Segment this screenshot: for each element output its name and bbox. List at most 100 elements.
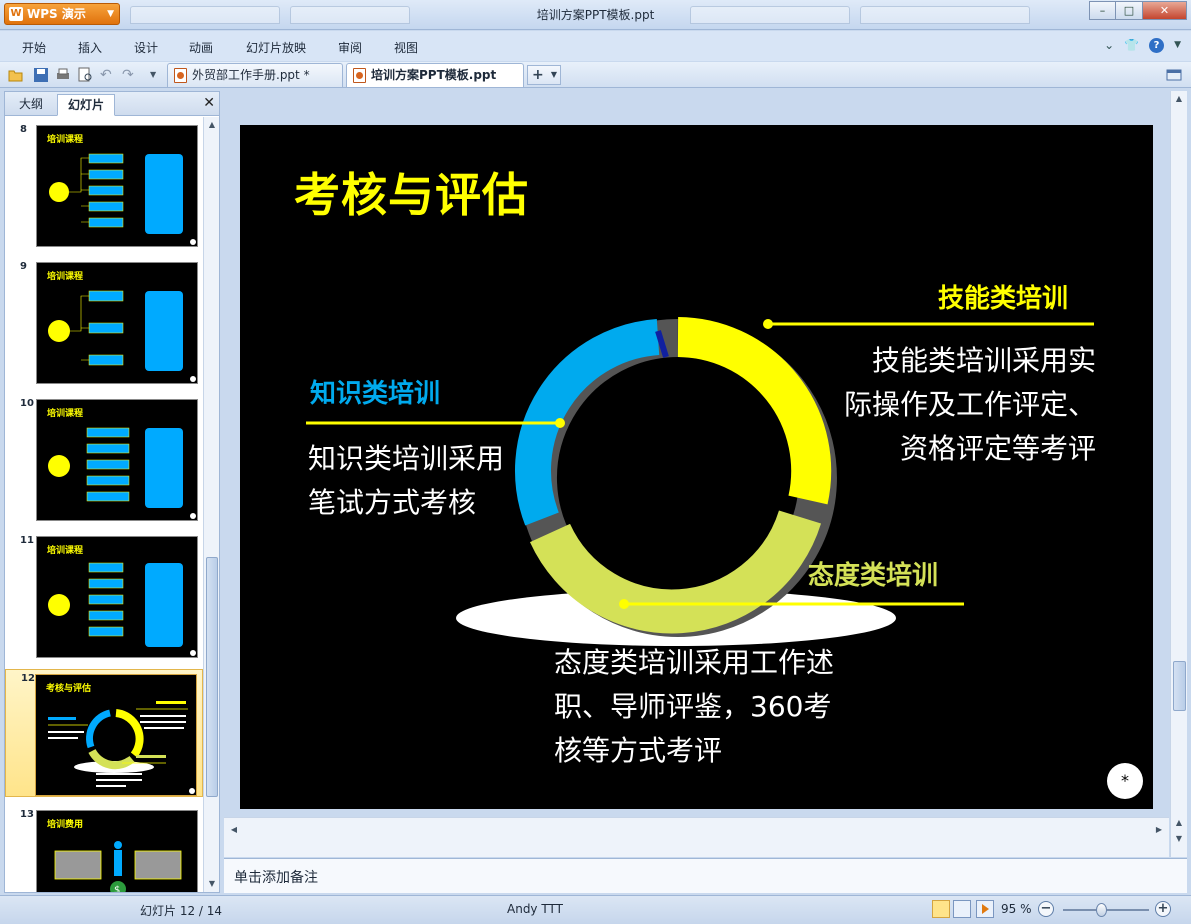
- thumbnail-slide-12[interactable]: 12 考核与评估: [5, 669, 203, 797]
- ppt-file-icon: [174, 68, 187, 83]
- scrollbar-thumb[interactable]: [206, 557, 218, 797]
- menu-animation[interactable]: 动画: [189, 39, 213, 56]
- menu-slideshow[interactable]: 幻灯片放映: [246, 39, 306, 56]
- minimize-button[interactable]: –: [1089, 1, 1116, 20]
- background-window-tab: [290, 6, 410, 24]
- title-bar: W WPS 演示 ▼ 培训方案PPT模板.ppt – □ ✕: [0, 0, 1191, 30]
- ring-segment-knowledge: [515, 319, 660, 526]
- ppt-file-icon: [353, 68, 366, 83]
- chevron-down-icon[interactable]: ▼: [1174, 38, 1181, 53]
- menu-home[interactable]: 开始: [22, 39, 46, 56]
- customize-toolbar-icon[interactable]: ▼: [150, 70, 166, 86]
- menu-review[interactable]: 审阅: [338, 39, 362, 56]
- knowledge-heading[interactable]: 知识类培训: [310, 373, 440, 410]
- slide-title[interactable]: 考核与评估: [294, 159, 529, 225]
- notes-placeholder[interactable]: 单击添加备注: [234, 867, 318, 887]
- thumbnail-title: 培训课程: [47, 272, 84, 282]
- thumbnail-slide-10[interactable]: 10 培训课程: [5, 395, 203, 523]
- print-icon[interactable]: [55, 67, 71, 83]
- thumbnail-slide-8[interactable]: 8 培训课程: [5, 121, 203, 249]
- thumbnail-slide-11[interactable]: 11 培训课程: [5, 532, 203, 660]
- scroll-down-icon[interactable]: ▼: [204, 876, 220, 892]
- close-panel-icon[interactable]: ✕: [203, 95, 215, 111]
- thumbnail-slide-9[interactable]: 9 培训课程: [5, 258, 203, 386]
- menu-bar: 开始 插入 设计 动画 幻灯片放映 审阅 视图 ⌄ 👕 ? ▼: [0, 31, 1191, 61]
- scrollbar-thumb[interactable]: [1173, 661, 1186, 711]
- thumbnail-image: 培训课程: [36, 262, 198, 384]
- slide-editor: 考核与评估 技能类培训 技能类培训采用实 际操作及工作评定、 资格评定等考评 知…: [224, 91, 1169, 817]
- scroll-up-icon[interactable]: ▲: [1171, 815, 1187, 831]
- redo-icon[interactable]: ↷: [122, 67, 138, 83]
- thumbnail-number: 10: [20, 398, 34, 409]
- tab-label: 培训方案PPT模板.ppt: [371, 68, 497, 82]
- menu-view[interactable]: 视图: [394, 39, 418, 56]
- page-number-marker: *: [1107, 763, 1143, 799]
- zoom-in-button[interactable]: +: [1155, 901, 1171, 917]
- menu-insert[interactable]: 插入: [78, 39, 102, 56]
- zoom-level[interactable]: 95 %: [1001, 902, 1032, 916]
- tab-document-2[interactable]: 培训方案PPT模板.ppt ✕: [346, 63, 524, 104]
- maximize-button[interactable]: □: [1116, 1, 1143, 20]
- wps-logo-icon: W: [9, 7, 23, 21]
- status-bar: 幻灯片 12 / 14 Andy TTT 95 % − +: [0, 895, 1191, 924]
- notes-pane[interactable]: 单击添加备注: [224, 858, 1187, 893]
- thumbnail-slide-13[interactable]: 13 培训费用 $: [5, 806, 203, 892]
- thumbnail-number: 13: [20, 809, 34, 820]
- slide-sorter-view-icon[interactable]: [953, 900, 971, 918]
- thumbnail-title: 培训费用: [47, 820, 84, 830]
- thumbnail-list: 8 培训课程 9 培训课程 10 培训课程 11 培训课程 12 考核与评估 1…: [5, 117, 203, 892]
- thumbnail-title: 培训课程: [47, 546, 84, 556]
- app-menu-button[interactable]: W WPS 演示 ▼: [4, 3, 120, 25]
- background-window-tab: [690, 6, 850, 24]
- skill-body-line: 际操作及工作评定、: [843, 388, 1096, 421]
- thumbnail-scrollbar[interactable]: ▲ ▼: [203, 117, 219, 892]
- slide-canvas[interactable]: 考核与评估 技能类培训 技能类培训采用实 际操作及工作评定、 资格评定等考评 知…: [240, 125, 1153, 809]
- skin-shirt-icon[interactable]: 👕: [1124, 38, 1139, 53]
- thumbnail-number: 12: [21, 673, 35, 684]
- scroll-up-icon[interactable]: ▲: [1171, 91, 1187, 107]
- tab-document-1[interactable]: 外贸部工作手册.ppt *: [167, 63, 343, 87]
- restore-panel-icon[interactable]: [1166, 67, 1182, 83]
- attitude-body-line: 职、导师评鉴，360考: [554, 690, 832, 723]
- attitude-leader-dot: [619, 599, 629, 609]
- attitude-heading[interactable]: 态度类培训: [808, 555, 938, 592]
- thumbnail-number: 11: [20, 535, 34, 546]
- thumbnail-title: 培训课程: [47, 135, 84, 145]
- slideshow-view-icon[interactable]: [976, 900, 994, 918]
- play-icon: [982, 904, 989, 914]
- thumbnail-image: 培训课程: [36, 536, 198, 658]
- scroll-left-icon[interactable]: ◀: [226, 822, 242, 838]
- collapse-ribbon-icon[interactable]: ⌄: [1104, 38, 1114, 53]
- menu-design[interactable]: 设计: [134, 39, 158, 56]
- help-icon[interactable]: ?: [1149, 38, 1165, 53]
- skill-leader-dot: [763, 319, 773, 329]
- skill-heading[interactable]: 技能类培训: [938, 278, 1068, 315]
- attitude-body-line: 态度类培训采用工作述: [554, 646, 835, 679]
- author-label: Andy TTT: [507, 902, 563, 916]
- scroll-up-icon[interactable]: ▲: [204, 117, 220, 133]
- zoom-out-button[interactable]: −: [1038, 901, 1054, 917]
- window-controls: – □ ✕: [1089, 1, 1187, 20]
- undo-icon[interactable]: ↶: [100, 67, 116, 83]
- print-preview-icon[interactable]: [77, 67, 93, 83]
- slides-panel: 大纲 幻灯片 ✕ 8 培训课程 9 培训课程 10 培训课程 11 培训课程 1…: [4, 91, 220, 893]
- save-icon[interactable]: [33, 67, 49, 83]
- thumbnail-title: 考核与评估: [46, 684, 92, 694]
- new-tab-button[interactable]: + ▼: [527, 65, 561, 85]
- skill-body[interactable]: 技能类培训采用实 际操作及工作评定、 资格评定等考评: [838, 339, 1096, 471]
- normal-view-icon[interactable]: [932, 900, 950, 918]
- zoom-slider-thumb[interactable]: [1096, 903, 1107, 917]
- close-button[interactable]: ✕: [1143, 1, 1187, 20]
- scroll-down-icon[interactable]: ▼: [1171, 831, 1187, 847]
- editor-vertical-scrollbar[interactable]: ▲ ▲ ▼: [1170, 91, 1187, 857]
- open-folder-icon[interactable]: [8, 67, 24, 83]
- knowledge-body[interactable]: 知识类培训采用 笔试方式考核: [308, 437, 504, 525]
- tab-outline[interactable]: 大纲: [9, 94, 53, 116]
- scroll-right-icon[interactable]: ▶: [1151, 822, 1167, 838]
- knowledge-leader-dot: [555, 418, 565, 428]
- tab-slides[interactable]: 幻灯片: [57, 94, 116, 116]
- background-window-tab: [130, 6, 280, 24]
- thumbnail-image: 培训课程: [36, 125, 198, 247]
- editor-horizontal-scrollbar[interactable]: ◀ ▶: [224, 817, 1169, 857]
- attitude-body[interactable]: 态度类培训采用工作述 职、导师评鉴，360考 核等方式考评: [554, 641, 834, 773]
